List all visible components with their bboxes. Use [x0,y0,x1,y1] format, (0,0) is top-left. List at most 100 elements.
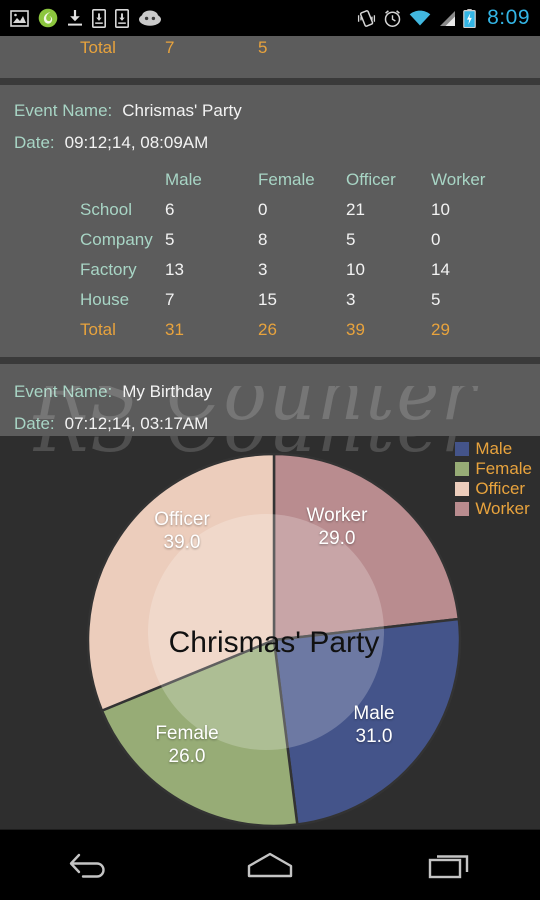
pie-slice-label-female: Female 26.0 [132,722,242,768]
cell-house-female: 15 [258,290,277,309]
back-arrow-icon [69,853,105,878]
event-date-label: Date: [14,133,55,152]
table-row: House 7 15 3 5 [0,285,540,315]
cell-factory-female: 3 [258,260,268,279]
status-bar-right-icons: 8:09 [357,6,530,30]
gallery-image-icon [10,9,29,27]
event-date-value: 07:12;14, 03:17AM [64,414,209,433]
event-date-row: Date: 07:12;14, 03:17AM [0,408,540,436]
cell-signal-icon [438,10,456,27]
header-blank [0,165,165,195]
legend-label-male: Male [475,439,513,458]
events-scroll-list[interactable]: Total 7 5 Event Name: Chrismas' Party Da… [0,36,540,436]
cell-school-officer: 21 [346,200,365,219]
pie-label-name-officer: Officer [154,509,210,530]
pie-label-name-worker: Worker [306,505,368,526]
event-name-row: Event Name: Chrismas' Party [0,95,540,127]
alarm-clock-icon [383,9,402,28]
device-download-icon [92,8,106,28]
table-header-row: Male Female Officer Worker [0,165,540,195]
row-label-total: Total [80,320,116,339]
cell-company-officer: 5 [346,230,356,249]
cell-school-female: 0 [258,200,268,219]
row-label-factory: Factory [80,260,137,279]
event-name-label: Event Name: [14,101,113,120]
cell-officer [346,36,431,63]
home-button[interactable] [215,830,325,900]
pie-center-title: Chrismas' Party [168,626,380,659]
header-female: Female [258,170,315,189]
pie-chart-panel: RS Counter Male Female Officer Worker [0,436,540,830]
device-download-alt-icon [115,8,129,28]
clipped-event-total-row[interactable]: Total 7 5 [0,36,540,78]
cell-company-male: 5 [165,230,175,249]
table-total-row: Total 31 26 39 29 [0,315,540,345]
header-officer: Officer [346,170,396,189]
pie-label-name-female: Female [155,723,219,744]
table-row: Factory 13 3 10 14 [0,255,540,285]
cell-total-worker: 29 [431,320,450,339]
header-male: Male [165,170,202,189]
green-leaf-app-icon [38,8,58,28]
row-label-school: School [80,200,132,219]
back-button[interactable] [35,830,145,900]
status-bar-left-icons [10,8,162,28]
cell-total-female: 26 [258,320,277,339]
event-name-row: Event Name: My Birthday [0,376,540,408]
header-worker: Worker [431,170,486,189]
cell-factory-worker: 14 [431,260,450,279]
cyanogenmod-android-icon [138,10,162,26]
legend-item-worker: Worker [455,500,532,517]
recents-button[interactable] [395,830,505,900]
pie-label-value-male: 31.0 [355,726,393,747]
table-row: Company 5 8 5 0 [0,225,540,255]
android-navigation-bar [0,829,540,900]
pie-label-value-worker: 29.0 [318,528,356,549]
pie-label-value-officer: 39.0 [163,532,201,553]
event-card-chrismas-party[interactable]: Event Name: Chrismas' Party Date: 09:12;… [0,85,540,357]
legend-item-male: Male [455,440,532,457]
cell-school-male: 6 [165,200,175,219]
legend-label-worker: Worker [475,499,530,518]
cell-company-worker: 0 [431,230,441,249]
event-name-value: My Birthday [122,382,213,401]
cell-house-male: 7 [165,290,175,309]
event-card-my-birthday[interactable]: Event Name: My Birthday Date: 07:12;14, … [0,364,540,436]
cell-company-female: 8 [258,230,268,249]
event-name-value: Chrismas' Party [122,101,242,120]
list-divider [0,357,540,364]
cell-factory-male: 13 [165,260,184,279]
pie-slice-label-male: Male 31.0 [324,702,424,748]
legend-label-officer: Officer [475,479,526,498]
cell-worker [431,36,540,63]
home-icon [247,852,293,878]
cell-house-worker: 5 [431,290,441,309]
event-date-row: Date: 09:12;14, 08:09AM [0,127,540,159]
clipped-total-table: Total 7 5 [0,36,540,63]
row-label-house: House [80,290,130,309]
row-label-company: Company [80,230,153,249]
pie-slice-label-officer: Officer 39.0 [122,508,242,554]
phone-screen: 8:09 Total 7 5 Event Name: Chrismas' Par… [0,0,540,900]
legend-item-officer: Officer [455,480,532,497]
table-row: Total 7 5 [0,36,540,63]
status-bar: 8:09 [0,0,540,36]
cell-factory-officer: 10 [346,260,365,279]
list-divider [0,78,540,85]
download-icon [67,9,83,27]
wifi-icon [409,10,431,27]
table-row: School 6 0 21 10 [0,195,540,225]
chart-legend: Male Female Officer Worker [455,440,532,517]
pie-chart[interactable]: Worker 29.0 Male 31.0 Female 26.0 Office… [84,450,464,830]
recents-icon [428,855,469,879]
vibrate-icon [357,9,376,28]
event-counts-table: Male Female Officer Worker School 6 0 21… [0,165,540,345]
status-bar-clock: 8:09 [487,6,530,29]
cell-house-officer: 3 [346,290,356,309]
cell-school-worker: 10 [431,200,450,219]
legend-label-female: Female [475,459,532,478]
pie-label-name-male: Male [353,703,395,724]
event-date-value: 09:12;14, 08:09AM [64,133,209,152]
cell-total-male: 31 [165,320,184,339]
battery-charging-icon [463,8,476,28]
